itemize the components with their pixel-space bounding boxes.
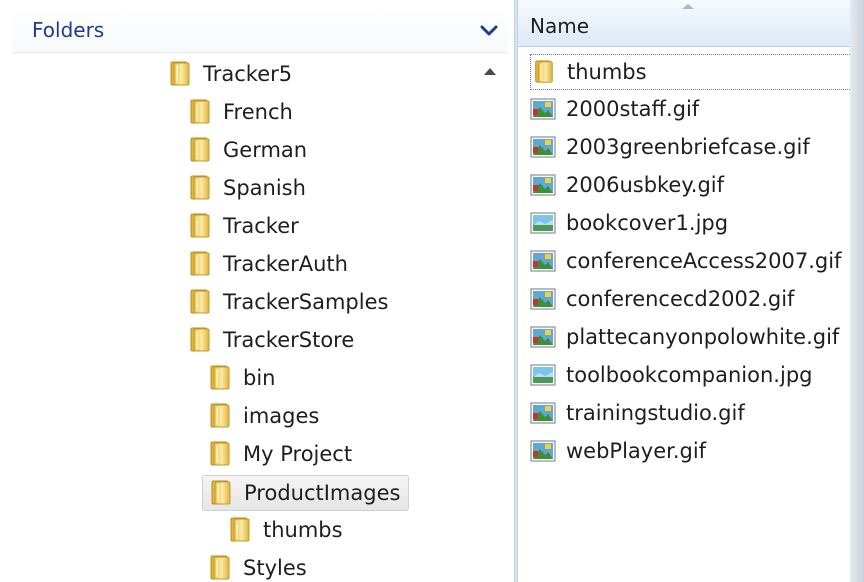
tree-item[interactable]: Tracker xyxy=(188,209,299,243)
folder-icon xyxy=(228,517,252,543)
list-item[interactable]: thumbs xyxy=(530,54,852,90)
list-item[interactable]: conferencecd2002.gif xyxy=(530,282,794,316)
list-item[interactable]: plattecanyonpolowhite.gif xyxy=(530,320,839,354)
list-item[interactable]: bookcover1.jpg xyxy=(530,206,728,240)
tree-item-label: French xyxy=(223,100,293,124)
window-edge xyxy=(850,0,864,582)
list-item[interactable]: 2003greenbriefcase.gif xyxy=(530,130,810,164)
list-item-label: trainingstudio.gif xyxy=(566,401,745,425)
list-item-label: 2003greenbriefcase.gif xyxy=(566,135,810,159)
tree-item-label: German xyxy=(223,138,308,162)
gif-image-icon xyxy=(530,401,556,425)
gif-image-icon xyxy=(530,135,556,159)
name-column-label: Name xyxy=(530,14,590,38)
list-item[interactable]: trainingstudio.gif xyxy=(530,396,745,430)
list-item-label: thumbs xyxy=(567,60,647,84)
tree-item[interactable]: TrackerAuth xyxy=(188,247,348,281)
tree-item-label: Tracker xyxy=(223,214,299,238)
list-item-label: 2000staff.gif xyxy=(566,97,700,121)
list-item-label: conferenceAccess2007.gif xyxy=(566,249,842,273)
jpg-image-icon xyxy=(530,363,556,387)
tree-item-label: Spanish xyxy=(223,176,306,200)
tree-item-label: TrackerSamples xyxy=(223,290,389,314)
gif-image-icon xyxy=(530,97,556,121)
folder-icon xyxy=(168,61,192,87)
folder-icon xyxy=(188,99,212,125)
sort-ascending-icon xyxy=(682,4,694,9)
folders-title: Folders xyxy=(32,18,105,42)
tree-item[interactable]: My Project xyxy=(208,437,352,471)
list-item-label: bookcover1.jpg xyxy=(566,211,729,235)
gif-image-icon xyxy=(530,249,556,273)
tree-item-label: ProductImages xyxy=(244,481,401,505)
list-item-label: webPlayer.gif xyxy=(566,439,707,463)
tree-item[interactable]: French xyxy=(188,95,293,129)
list-item-label: toolbookcompanion.jpg xyxy=(566,363,813,387)
tree-item[interactable]: ProductImages xyxy=(202,475,410,511)
tree-item[interactable]: thumbs xyxy=(228,513,343,547)
list-item-label: 2006usbkey.gif xyxy=(566,173,725,197)
folder-icon xyxy=(188,175,212,201)
gif-image-icon xyxy=(530,439,556,463)
folders-pane-header[interactable]: Folders xyxy=(12,8,508,53)
list-item[interactable]: webPlayer.gif xyxy=(530,434,706,468)
gif-image-icon xyxy=(530,173,556,197)
folders-pane: Folders Tracker5 French German Spanish Track… xyxy=(0,0,514,582)
folder-icon xyxy=(188,289,212,315)
tree-item-label: thumbs xyxy=(263,518,343,542)
tree-item[interactable]: bin xyxy=(208,361,275,395)
list-item-label: plattecanyonpolowhite.gif xyxy=(566,325,840,349)
folder-icon xyxy=(209,480,233,506)
tree-item[interactable]: German xyxy=(188,133,307,167)
folder-icon xyxy=(208,365,232,391)
scroll-up-arrow-icon[interactable] xyxy=(484,68,496,75)
tree-item-label: TrackerStore xyxy=(223,328,355,352)
tree-item[interactable]: TrackerSamples xyxy=(188,285,388,319)
folder-icon xyxy=(208,403,232,429)
tree-item-label: TrackerAuth xyxy=(223,252,348,276)
list-item[interactable]: conferenceAccess2007.gif xyxy=(530,244,841,278)
list-item[interactable]: 2000staff.gif xyxy=(530,92,699,126)
tree-item[interactable]: images xyxy=(208,399,319,433)
tree-item[interactable]: Tracker5 xyxy=(168,57,292,91)
list-item-label: conferencecd2002.gif xyxy=(566,287,795,311)
gif-image-icon xyxy=(530,287,556,311)
folder-icon xyxy=(208,441,232,467)
tree-item-label: images xyxy=(243,404,320,428)
name-column-header[interactable]: Name xyxy=(518,0,864,47)
folder-icon xyxy=(188,137,212,163)
jpg-image-icon xyxy=(530,211,556,235)
folder-icon xyxy=(188,327,212,353)
chevron-down-icon[interactable] xyxy=(478,20,500,42)
tree-item[interactable]: TrackerStore xyxy=(188,323,354,357)
folder-icon xyxy=(531,60,557,84)
tree-item-label: bin xyxy=(243,366,276,390)
tree-item-label: Tracker5 xyxy=(203,62,293,86)
files-pane: Name thumbs 2000staff.gif 2003greenbriefca… xyxy=(518,0,864,582)
tree-item[interactable]: Spanish xyxy=(188,171,306,205)
folder-tree-scrollbar[interactable] xyxy=(476,58,508,582)
folder-icon xyxy=(188,213,212,239)
folder-icon xyxy=(208,555,232,581)
tree-item[interactable]: Styles xyxy=(208,551,307,582)
gif-image-icon xyxy=(530,325,556,349)
list-item[interactable]: toolbookcompanion.jpg xyxy=(530,358,812,392)
tree-item-label: Styles xyxy=(243,556,307,580)
folder-icon xyxy=(188,251,212,277)
list-item[interactable]: 2006usbkey.gif xyxy=(530,168,724,202)
tree-item-label: My Project xyxy=(243,442,353,466)
